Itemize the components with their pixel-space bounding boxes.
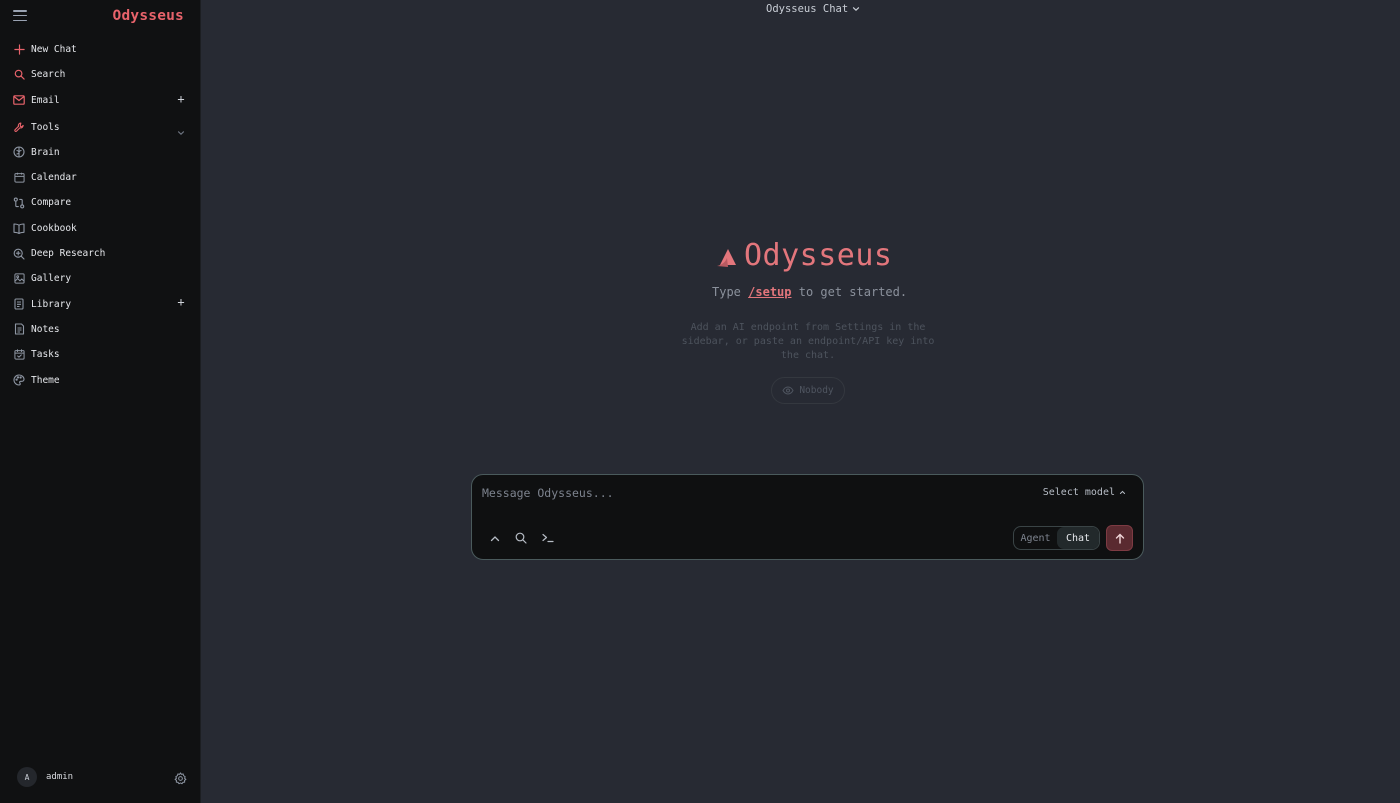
sidebar-item-label: New Chat [31,44,77,56]
setup-hint: Type /setup to get started. [712,285,907,299]
message-composer: Select model Agent Chat [471,474,1144,560]
visibility-button[interactable]: Nobody [771,377,845,404]
tasks-icon [13,349,25,361]
mode-toggle: Agent Chat [1013,526,1100,550]
sidebar-item-calendar[interactable]: Calendar [0,165,201,190]
sidebar-item-notes[interactable]: Notes [0,317,201,342]
palette-icon [13,374,25,386]
sidebar-item-label: Tasks [31,349,60,361]
research-icon [13,248,25,260]
sidebar-item-email[interactable]: Email + [0,88,201,113]
model-title-label: Odysseus Chat [766,3,849,15]
wrench-icon [13,121,25,133]
sidebar-item-label: Deep Research [31,248,106,260]
user-profile[interactable]: A admin [17,767,187,787]
brain-icon [13,146,25,158]
sidebar-item-label: Brain [31,146,60,158]
hint-prefix: Type [712,285,741,299]
select-model-label: Select model [1042,487,1115,498]
hint-suffix: to get started. [798,285,908,299]
mail-icon [13,94,25,106]
sidebar-item-brain[interactable]: Brain [0,140,201,165]
search-icon [515,532,527,544]
sidebar-item-gallery[interactable]: Gallery [0,266,201,291]
sidebar-item-search[interactable]: Search [0,62,201,87]
gear-icon[interactable] [174,770,187,789]
sidebar-item-label: Calendar [31,172,77,184]
avatar: A [17,767,37,787]
terminal-icon [542,533,554,543]
plus-icon [13,44,25,56]
sidebar-item-new-chat[interactable]: New Chat [0,37,201,62]
chevron-down-icon [853,7,860,12]
arrow-up-icon [1115,533,1124,544]
sidebar-item-deep-research[interactable]: Deep Research [0,241,201,266]
sidebar-nav: New Chat Search Email + Tools Brain Cale… [0,37,201,393]
sidebar-item-library[interactable]: Library + [0,291,201,316]
sail-logo-icon [717,248,736,267]
setup-info-text: Add an AI endpoint from Settings in the … [681,322,935,362]
sidebar-item-tasks[interactable]: Tasks [0,342,201,367]
search-icon [13,69,25,81]
sidebar-item-label: Email [31,94,60,106]
expand-button[interactable] [488,531,502,545]
book-icon [13,222,25,234]
sidebar-item-compare[interactable]: Compare [0,190,201,215]
sidebar-header: Odysseus [0,0,201,34]
user-name: admin [46,772,74,782]
sidebar-item-label: Gallery [31,273,72,285]
chevron-up-icon [490,535,500,541]
mode-agent-button[interactable]: Agent [1014,527,1057,549]
sidebar-item-label: Notes [31,323,60,335]
sidebar-item-tools[interactable]: Tools [0,114,201,139]
library-icon [13,298,25,310]
visibility-label: Nobody [799,385,834,396]
compare-icon [13,197,25,209]
chevron-down-icon[interactable] [177,121,185,140]
send-button[interactable] [1106,525,1133,551]
calendar-icon [13,172,25,184]
eye-icon [782,386,794,395]
menu-icon[interactable] [13,10,27,22]
sidebar: Odysseus New Chat Search Email + Tools B… [0,0,201,803]
sidebar-item-theme[interactable]: Theme [0,367,201,392]
brand-name: Odysseus [112,8,184,24]
notes-icon [13,323,25,335]
sidebar-item-cookbook[interactable]: Cookbook [0,216,201,241]
sidebar-item-label: Search [31,69,66,81]
select-model-dropdown[interactable]: Select model [1043,487,1126,498]
model-title-dropdown[interactable]: Odysseus Chat [766,3,860,15]
sidebar-item-label: Theme [31,374,60,386]
message-input[interactable] [482,483,982,503]
terminal-button[interactable] [541,531,555,545]
sidebar-item-label: Compare [31,197,72,209]
sidebar-item-label: Tools [31,121,60,133]
mode-chat-button[interactable]: Chat [1057,527,1099,549]
web-search-button[interactable] [514,531,528,545]
setup-command-link[interactable]: /setup [748,285,791,299]
chevron-up-icon [1119,490,1126,494]
sidebar-item-label: Cookbook [31,222,77,234]
sidebar-item-label: Library [31,298,72,310]
hero-title: Odysseus [744,238,893,273]
add-email-button[interactable]: + [175,92,187,106]
hero-logo: Odysseus [716,238,893,273]
image-icon [13,273,25,285]
add-library-button[interactable]: + [175,295,187,309]
